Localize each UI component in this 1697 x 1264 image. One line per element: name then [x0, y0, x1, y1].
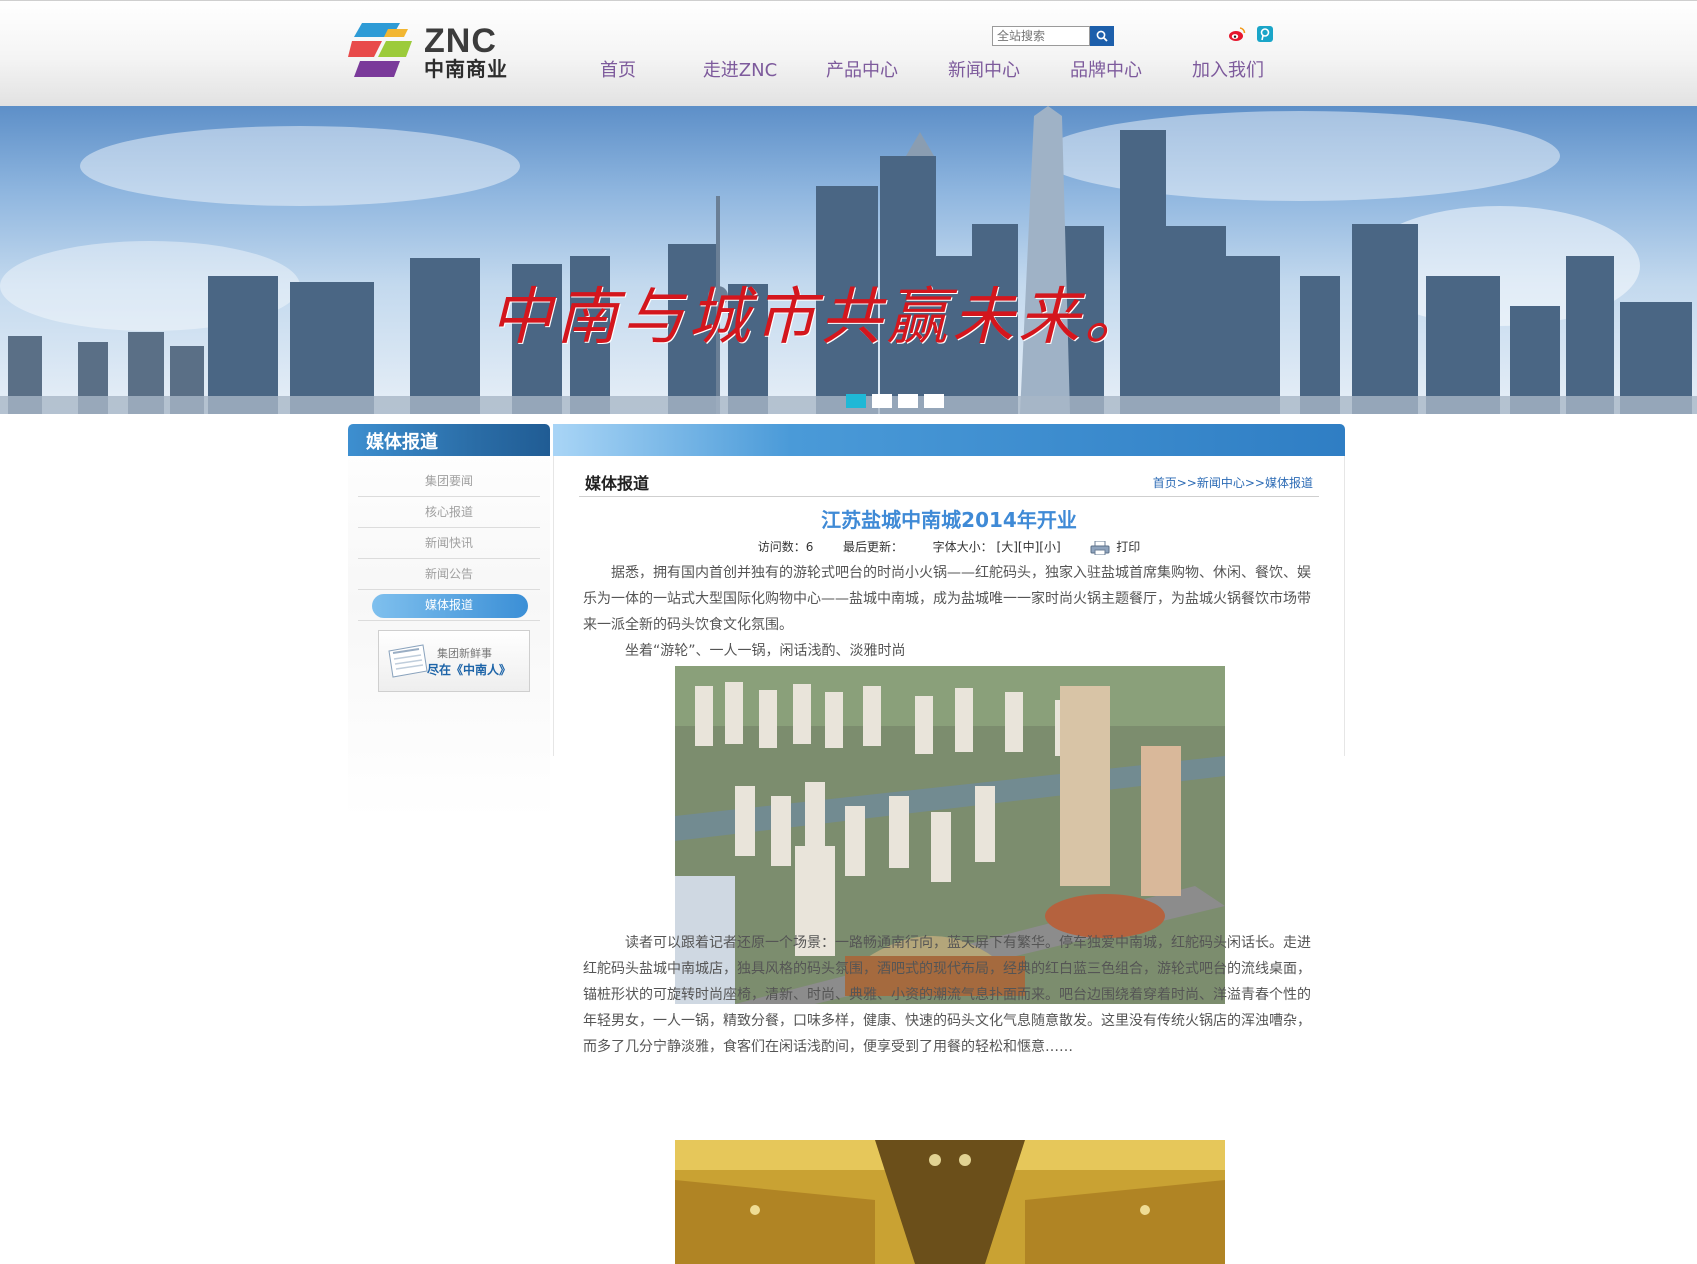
- hero-banner: 中南与城市共赢未来。: [0, 106, 1697, 414]
- sidebar-item-news-flash[interactable]: 新闻快讯: [358, 528, 540, 559]
- nav-home[interactable]: 首页: [568, 57, 668, 85]
- font-size-label: 字体大小：: [932, 540, 993, 554]
- sidebar-item-label: 集团要闻: [424, 474, 473, 488]
- site-logo[interactable]: ZNC 中南商业: [348, 21, 528, 81]
- printer-icon[interactable]: [1090, 540, 1110, 555]
- nav-brands[interactable]: 品牌中心: [1056, 57, 1156, 85]
- font-size-small-link[interactable]: [小]: [1039, 540, 1060, 554]
- nav-products[interactable]: 产品中心: [812, 57, 912, 85]
- article-title: 江苏盐城中南城2014年开业: [821, 508, 1077, 532]
- sidebar-title: 媒体报道: [366, 432, 438, 453]
- breadcrumb-separator: >>: [1244, 476, 1265, 490]
- logo-mark-icon: [348, 23, 412, 77]
- article-paragraph-3: 读者可以跟着记者还原一个场景：一路畅通南行向，蓝天屏下有繁华。停车独爱中南城，红…: [583, 935, 1311, 1055]
- breadcrumb: 首页>>新闻中心>>媒体报道: [1153, 474, 1313, 491]
- banner-slogan: 中南与城市共赢未来。: [490, 280, 1151, 353]
- sidebar-item-label: 核心报道: [424, 505, 473, 519]
- nav-join[interactable]: 加入我们: [1178, 57, 1278, 85]
- font-size-medium-link[interactable]: [中]: [1018, 540, 1039, 554]
- newspaper-icon: [388, 644, 428, 678]
- breadcrumb-separator: >>: [1176, 476, 1197, 490]
- mall-interior-image: [675, 1140, 1225, 1264]
- sidebar-item-label: 媒体报道: [424, 598, 473, 612]
- sidebar-item-announcements[interactable]: 新闻公告: [358, 559, 540, 590]
- znc-magazine-promo[interactable]: 集团新鲜事 尽在《中南人》: [378, 630, 530, 692]
- search-input[interactable]: [992, 26, 1090, 46]
- carousel-dot-4[interactable]: [924, 394, 944, 408]
- news-sidebar: 媒体报道 集团要闻 核心报道 新闻快讯 新闻公告 媒体报道 集团新鲜事 尽在《中…: [348, 424, 550, 820]
- search-icon: [1096, 30, 1108, 42]
- font-size-large-link[interactable]: [大]: [997, 540, 1018, 554]
- promo-line-2: 尽在《中南人》: [427, 663, 512, 677]
- breadcrumb-news-center[interactable]: 新闻中心: [1197, 476, 1245, 490]
- sidebar-item-label: 新闻公告: [424, 567, 473, 581]
- site-header: ZNC 中南商业 首页 走进ZNC 产品中心 新闻中心 品牌中心 加入我们: [0, 0, 1697, 106]
- logo-text-en: ZNC: [424, 22, 497, 60]
- visits-count: 6: [805, 540, 814, 554]
- nav-about[interactable]: 走进ZNC: [690, 57, 790, 85]
- site-search: [992, 26, 1116, 48]
- sidebar-item-label: 新闻快讯: [424, 536, 473, 550]
- article-panel: 媒体报道 首页>>新闻中心>>媒体报道 江苏盐城中南城2014年开业 访问数：6…: [553, 424, 1345, 1264]
- logo-text-cn: 中南商业: [424, 57, 508, 81]
- article-paragraph-1: 据悉，拥有国内首创并独有的游轮式吧台的时尚小火锅——红舵码头，独家入驻盐城首席集…: [583, 565, 1311, 633]
- article-paragraph-2: 坐着“游轮”、一人一锅，闲话浅酌、淡雅时尚: [625, 643, 906, 659]
- weibo-icon[interactable]: [1228, 25, 1246, 43]
- carousel-dot-2[interactable]: [872, 394, 892, 408]
- city-skyline-image: [0, 106, 1697, 414]
- nav-news[interactable]: 新闻中心: [934, 57, 1034, 85]
- carousel-dot-1[interactable]: [846, 394, 866, 408]
- print-link[interactable]: 打印: [1116, 540, 1140, 554]
- article-meta: 访问数：6 最后更新： 字体大小： [大][中][小] 打印: [553, 538, 1345, 555]
- sidebar-item-media-reports[interactable]: 媒体报道: [358, 590, 540, 621]
- updated-label: 最后更新：: [843, 540, 904, 554]
- breadcrumb-home[interactable]: 首页: [1153, 476, 1177, 490]
- carousel-dot-3[interactable]: [898, 394, 918, 408]
- promo-line-1: 集团新鲜事: [437, 647, 492, 660]
- search-button[interactable]: [1090, 26, 1114, 46]
- visits-label: 访问数：: [757, 540, 806, 554]
- breadcrumb-media-reports[interactable]: 媒体报道: [1265, 476, 1313, 490]
- tencent-weibo-icon[interactable]: [1256, 25, 1274, 43]
- section-title: 媒体报道: [585, 474, 650, 493]
- sidebar-item-core-reports[interactable]: 核心报道: [358, 497, 540, 528]
- sidebar-item-group-news[interactable]: 集团要闻: [358, 466, 540, 497]
- sidebar-header: 媒体报道: [348, 424, 550, 456]
- article-panel-header: [553, 424, 1345, 456]
- section-header: 媒体报道 首页>>新闻中心>>媒体报道: [579, 468, 1319, 497]
